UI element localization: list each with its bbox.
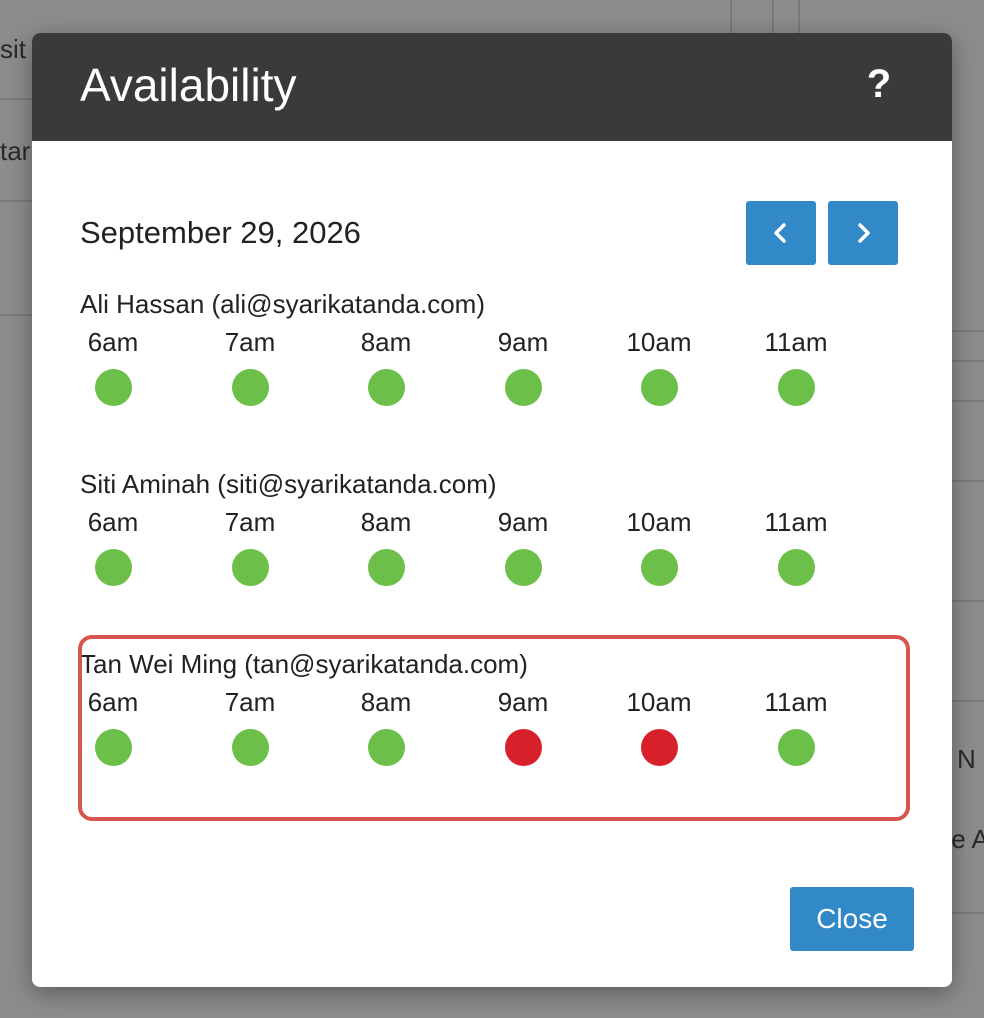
help-icon[interactable]: ? <box>864 59 894 109</box>
bg-divider <box>950 360 984 362</box>
slot-time-label: 7am <box>224 507 276 537</box>
person-availability-row: Ali Hassan (ali@syarikatanda.com) 6am 7am 8… <box>80 288 900 438</box>
available-status-dot <box>232 369 269 406</box>
modal-header: Availability ? <box>32 33 952 141</box>
available-status-dot <box>641 549 678 586</box>
person-name: Ali Hassan (ali@syarikatanda.com) <box>80 289 485 319</box>
available-status-dot <box>505 549 542 586</box>
available-status-dot <box>641 369 678 406</box>
time-slot: 7am <box>217 506 317 606</box>
available-status-dot <box>368 549 405 586</box>
available-status-dot <box>505 369 542 406</box>
bg-divider <box>950 330 984 332</box>
bg-fragment: sit <box>0 34 26 64</box>
busy-status-dot <box>505 729 542 766</box>
slot-time-label: 6am <box>87 687 139 717</box>
available-status-dot <box>778 729 815 766</box>
time-slot: 7am <box>217 686 317 786</box>
slot-time-label: 6am <box>87 507 139 537</box>
time-slot: 11am <box>763 686 863 786</box>
slot-time-label: 11am <box>764 327 828 357</box>
date-label: September 29, 2026 <box>80 215 361 250</box>
person-name: Tan Wei Ming (tan@syarikatanda.com) <box>80 649 528 679</box>
bg-fragment: tar <box>0 136 31 166</box>
availability-modal: Availability ? September 29, 2026 Ali Ha… <box>32 33 952 987</box>
time-slot: 11am <box>763 506 863 606</box>
available-status-dot <box>95 549 132 586</box>
slot-time-label: 9am <box>497 327 549 357</box>
slot-time-label: 9am <box>497 687 549 717</box>
time-slot: 10am <box>626 686 726 786</box>
time-slot: 8am <box>353 686 453 786</box>
slot-time-label: 8am <box>360 327 412 357</box>
time-slot: 10am <box>626 506 726 606</box>
slot-time-label: 9am <box>497 507 549 537</box>
bg-divider <box>730 0 732 34</box>
slot-time-label: 11am <box>764 687 828 717</box>
person-availability-row: Siti Aminah (siti@syarikatanda.com) 6am 7a… <box>80 468 900 618</box>
time-slot: 6am <box>80 326 180 426</box>
time-slot: 11am <box>763 326 863 426</box>
person-availability-row: Tan Wei Ming (tan@syarikatanda.com) 6am 7a… <box>80 648 900 798</box>
close-button[interactable]: Close <box>790 887 914 951</box>
available-status-dot <box>368 369 405 406</box>
bg-divider <box>950 480 984 482</box>
bg-divider <box>950 400 984 402</box>
available-status-dot <box>95 729 132 766</box>
slot-time-label: 7am <box>224 327 276 357</box>
chevron-right-icon <box>858 223 870 243</box>
bg-divider <box>950 600 984 602</box>
available-status-dot <box>778 549 815 586</box>
slot-time-label: 10am <box>626 507 692 537</box>
time-slot: 10am <box>626 326 726 426</box>
slot-time-label: 7am <box>224 687 276 717</box>
time-slot: 8am <box>353 506 453 606</box>
available-status-dot <box>368 729 405 766</box>
available-status-dot <box>232 549 269 586</box>
time-slot: 6am <box>80 506 180 606</box>
time-slot: 8am <box>353 326 453 426</box>
time-slot: 9am <box>490 326 590 426</box>
bg-divider <box>798 0 800 34</box>
modal-title: Availability <box>80 59 297 111</box>
person-name: Siti Aminah (siti@syarikatanda.com) <box>80 469 497 499</box>
next-day-button[interactable] <box>828 201 898 265</box>
slot-time-label: 6am <box>87 327 139 357</box>
slot-time-label: 8am <box>360 507 412 537</box>
bg-divider <box>950 912 984 914</box>
time-slot: 9am <box>490 506 590 606</box>
available-status-dot <box>778 369 815 406</box>
slot-time-label: 8am <box>360 687 412 717</box>
slot-time-label: 10am <box>626 687 692 717</box>
busy-status-dot <box>641 729 678 766</box>
chevron-left-icon <box>774 223 786 243</box>
available-status-dot <box>232 729 269 766</box>
time-slot: 9am <box>490 686 590 786</box>
slot-time-label: 11am <box>764 507 828 537</box>
previous-day-button[interactable] <box>746 201 816 265</box>
slot-time-label: 10am <box>626 327 692 357</box>
time-slot: 7am <box>217 326 317 426</box>
available-status-dot <box>95 369 132 406</box>
bg-divider <box>772 0 774 34</box>
time-slot: 6am <box>80 686 180 786</box>
bg-divider <box>950 700 984 702</box>
